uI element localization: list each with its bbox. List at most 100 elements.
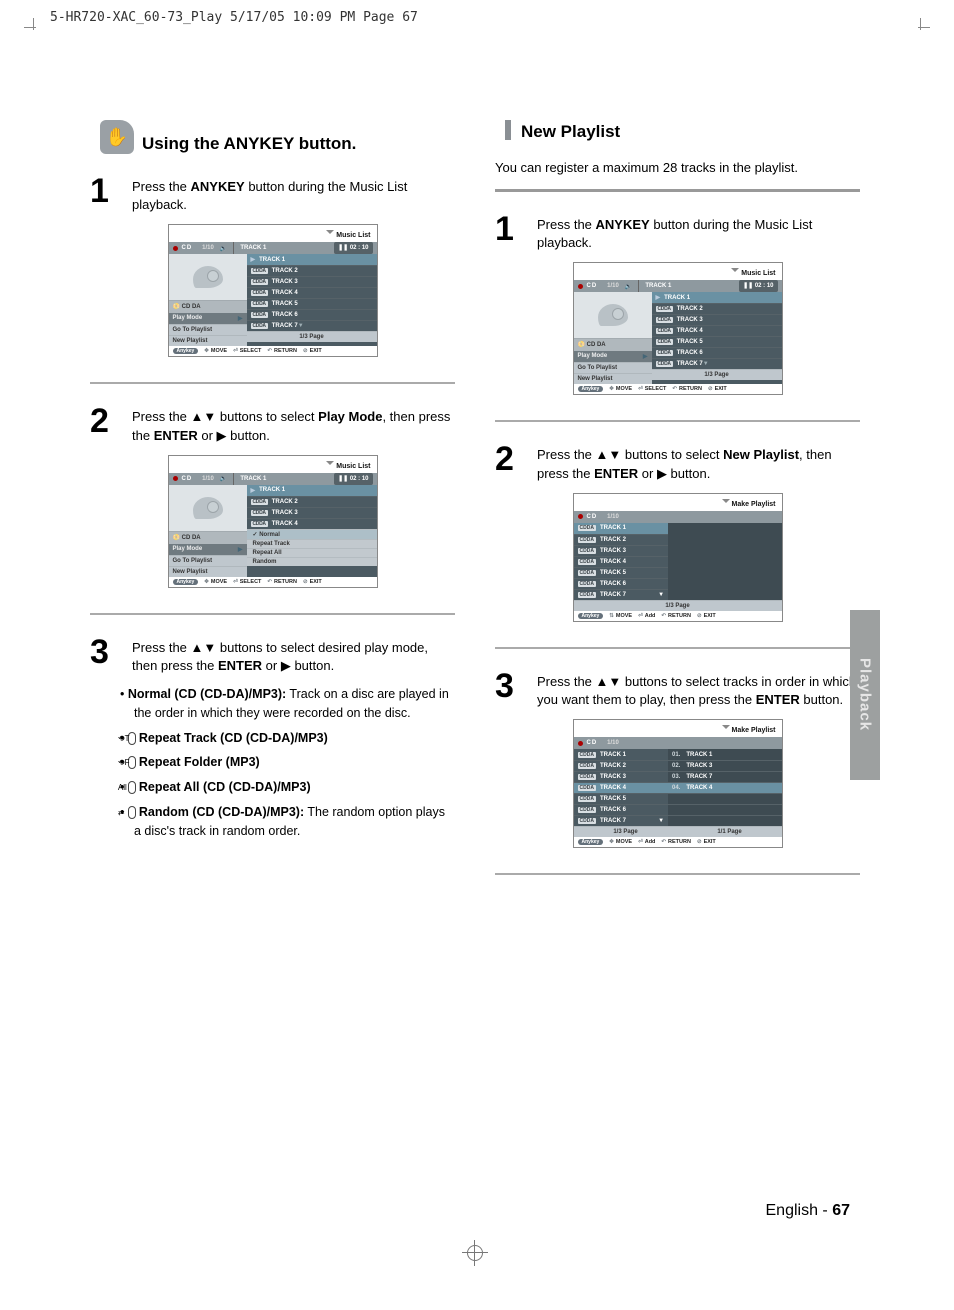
step-text: Press the ANYKEY button during the Music… — [132, 174, 455, 214]
track-row[interactable]: CDDATRACK 4 — [574, 556, 669, 567]
track-row[interactable]: CDDATRACK 5 — [652, 336, 782, 347]
osd-title: Music List — [169, 456, 377, 473]
print-header: 5-HR720-XAC_60-73_Play 5/17/05 10:09 PM … — [50, 10, 418, 25]
track-row[interactable]: CDDATRACK 2 — [247, 265, 377, 276]
track-row[interactable]: CDDATRACK 6 — [652, 347, 782, 358]
submenu-item[interactable]: Repeat All — [247, 548, 377, 557]
track-row[interactable]: CDDATRACK 2 — [574, 760, 669, 771]
menu-play-mode[interactable]: Play Mode▶ — [169, 543, 247, 555]
step-number: 1 — [495, 212, 527, 252]
album-art-icon — [574, 292, 652, 338]
step-1: 1 Press the ANYKEY button during the Mus… — [90, 174, 455, 214]
step-text: Press the ▲▼ buttons to select Play Mode… — [132, 404, 455, 444]
osd-music-list-2: Music List CD 1/10🔈 TRACK 1 ❚❚ 02 : 10 📀… — [168, 455, 378, 588]
track-row[interactable]: CDDATRACK 5 — [247, 298, 377, 309]
osd-footer: Anykey ✥MOVE ⏎Add ↶RETURN ⊘EXIT — [574, 837, 782, 847]
track-row[interactable]: CDDATRACK 3 — [574, 771, 669, 782]
osd-header: CD 1/10🔈 TRACK 1 ❚❚ 02 : 10 — [574, 280, 782, 292]
osd-title: Music List — [574, 263, 782, 280]
track-row[interactable]: CDDATRACK 5 — [574, 793, 669, 804]
osd-header: CD 1/10 🔈 TRACK 1 ❚❚ 02 : 10 — [169, 242, 377, 254]
hand-icon: ✋ — [100, 120, 134, 154]
track-row[interactable]: CDDATRACK 4 — [652, 325, 782, 336]
track-row[interactable]: ▶TRACK 1 — [247, 254, 377, 265]
track-row[interactable]: CDDATRACK 6 — [574, 578, 669, 589]
menu-go-playlist[interactable]: Go To Playlist — [169, 555, 247, 566]
step-1: 1 Press the ANYKEY button during the Mus… — [495, 212, 860, 252]
track-row[interactable]: ▶TRACK 1 — [247, 485, 377, 496]
track-row[interactable]: CDDATRACK 5 — [574, 567, 669, 578]
track-row[interactable]: ▶TRACK 1 — [652, 292, 782, 303]
right-column: New Playlist You can register a maximum … — [495, 120, 860, 875]
track-row[interactable]: CDDATRACK 7▼ — [247, 320, 377, 331]
track-row[interactable]: CDDATRACK 3 — [247, 507, 377, 518]
menu-go-playlist[interactable]: Go To Playlist — [574, 362, 652, 373]
track-row[interactable]: CDDATRACK 6 — [247, 309, 377, 320]
step-text: Press the ▲▼ buttons to select tracks in… — [537, 669, 860, 709]
track-row[interactable]: CDDATRACK 3 — [652, 314, 782, 325]
osd-header: CD 1/10 — [574, 511, 782, 523]
osd-header: CD 1/10 — [574, 737, 782, 749]
track-row[interactable]: CDDATRACK 2 — [574, 534, 669, 545]
menu-play-mode[interactable]: Play Mode▶ — [169, 312, 247, 324]
track-row[interactable]: CDDATRACK 4 — [247, 518, 377, 529]
track-row[interactable]: CDDATRACK 7▼ — [574, 815, 669, 826]
track-row[interactable]: CDDATRACK 4 — [574, 782, 669, 793]
step-2: 2 Press the ▲▼ buttons to select New Pla… — [495, 442, 860, 482]
osd-footer: Anykey ✥MOVE ⏎SELECT ↶RETURN ⊘EXIT — [574, 384, 782, 394]
menu-source: 📀 CD DA — [574, 338, 652, 350]
menu-new-playlist[interactable]: New Playlist — [169, 566, 247, 577]
repeat-icon: ⟲T — [128, 732, 136, 745]
speaker-icon: 🔈 — [220, 245, 227, 252]
intro-text: You can register a maximum 28 tracks in … — [495, 160, 860, 175]
opt-repeat-all: AllRepeat All (CD (CD-DA)/MP3) — [120, 778, 455, 797]
track-row[interactable]: CDDATRACK 7▼ — [574, 589, 669, 600]
pager: 1/1 Page — [678, 826, 782, 837]
divider — [90, 613, 455, 615]
osd-footer: Anykey ✥MOVE ⏎SELECT ↶RETURN ⊘EXIT — [169, 346, 377, 356]
step-3: 3 Press the ▲▼ buttons to select desired… — [90, 635, 455, 675]
osd-title: Music List — [169, 225, 377, 242]
pager: 1/3 Page — [247, 331, 377, 342]
submenu-item[interactable]: ✓ Normal — [247, 529, 377, 539]
track-row[interactable]: CDDATRACK 7▼ — [652, 358, 782, 369]
track-row[interactable]: CDDATRACK 4 — [247, 287, 377, 298]
playlist-row[interactable]: 01.TRACK 1 — [668, 749, 781, 760]
menu-play-mode[interactable]: Play Mode▶ — [574, 350, 652, 362]
step-number: 2 — [495, 442, 527, 482]
osd-make-playlist-2: Make Playlist CD 1/10 CDDATRACK 1 CDDATR… — [573, 719, 783, 848]
step-number: 2 — [90, 404, 122, 444]
track-row[interactable]: CDDATRACK 3 — [247, 276, 377, 287]
submenu-item[interactable]: Random — [247, 557, 377, 566]
track-row[interactable]: CDDATRACK 1 — [574, 749, 669, 760]
record-icon — [173, 246, 178, 251]
step-number: 3 — [495, 669, 527, 709]
menu-new-playlist[interactable]: New Playlist — [169, 335, 247, 346]
opt-repeat-track: ⟲TRepeat Track (CD (CD-DA)/MP3) — [120, 729, 455, 748]
track-row[interactable]: CDDATRACK 3 — [574, 545, 669, 556]
track-row[interactable]: CDDATRACK 1 — [574, 523, 669, 534]
track-row[interactable]: CDDATRACK 2 — [247, 496, 377, 507]
album-art-icon — [169, 254, 247, 300]
osd-title: Make Playlist — [574, 494, 782, 511]
divider — [90, 382, 455, 384]
play-mode-submenu: ✓ Normal Repeat Track Repeat All Random — [247, 529, 377, 566]
playlist-row[interactable]: 03.TRACK 7 — [668, 771, 781, 782]
step-text: Press the ANYKEY button during the Music… — [537, 212, 860, 252]
section-title: Using the ANYKEY button. — [142, 134, 356, 154]
playlist-row[interactable]: 04.TRACK 4 — [668, 782, 781, 793]
track-row[interactable]: CDDATRACK 2 — [652, 303, 782, 314]
menu-source: 📀 CD DA — [169, 300, 247, 312]
opt-normal: Normal (CD (CD-DA)/MP3): Track on a disc… — [120, 685, 455, 723]
step-3: 3 Press the ▲▼ buttons to select tracks … — [495, 669, 860, 709]
section-heading-anykey: ✋ Using the ANYKEY button. — [100, 120, 455, 154]
menu-go-playlist[interactable]: Go To Playlist — [169, 324, 247, 335]
random-icon: ⇄ — [128, 806, 136, 819]
playlist-row[interactable]: 02.TRACK 3 — [668, 760, 781, 771]
divider — [495, 873, 860, 875]
repeat-icon: All — [128, 781, 136, 794]
submenu-item[interactable]: Repeat Track — [247, 539, 377, 548]
track-row[interactable]: CDDATRACK 6 — [574, 804, 669, 815]
menu-new-playlist[interactable]: New Playlist — [574, 373, 652, 384]
step-number: 3 — [90, 635, 122, 675]
